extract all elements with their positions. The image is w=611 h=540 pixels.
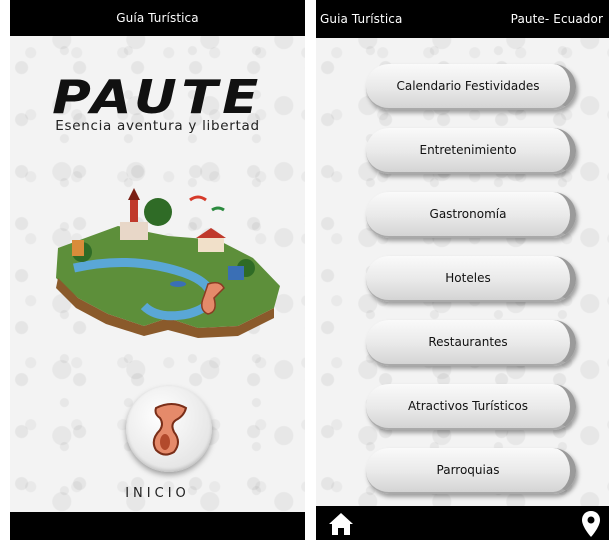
menu-button-parroquias[interactable]: Parroquias (366, 448, 576, 494)
screen-divider (305, 0, 316, 540)
pottery-icon (152, 403, 188, 456)
top-bar: Guia Turística Paute- Ecuador (316, 0, 609, 38)
app-title: Guía Turística (116, 11, 199, 25)
home-screen: Guía Turística PAUTE Esencia aventura y … (10, 0, 305, 540)
menu-button-atractivos[interactable]: Atractivos Turísticos (366, 384, 576, 430)
menu-button-restaurantes[interactable]: Restaurantes (366, 320, 576, 366)
logo-title: PAUTE (52, 70, 263, 124)
start-button[interactable] (126, 386, 212, 472)
location-pin-icon[interactable] (581, 510, 601, 538)
logo-tagline: Esencia aventura y libertad (55, 118, 260, 134)
bottom-nav-bar (316, 506, 609, 540)
start-label: INICIO (125, 486, 190, 501)
menu-button-entretenimiento[interactable]: Entretenimiento (366, 128, 576, 174)
paute-map-illustration (56, 188, 280, 338)
menu-button-gastronomia[interactable]: Gastronomía (366, 192, 576, 238)
menu-button-calendario[interactable]: Calendario Festividades (366, 64, 576, 110)
menu-list: Calendario Festividades Entretenimiento … (366, 64, 576, 512)
menu-button-hoteles[interactable]: Hoteles (366, 256, 576, 302)
app-title: Guia Turística (320, 12, 403, 26)
bottom-bar (10, 512, 305, 540)
home-icon[interactable] (328, 512, 354, 536)
top-bar: Guía Turística (10, 0, 305, 36)
menu-screen: Guia Turística Paute- Ecuador Calendario… (316, 0, 609, 540)
location-label: Paute- Ecuador (510, 12, 603, 26)
